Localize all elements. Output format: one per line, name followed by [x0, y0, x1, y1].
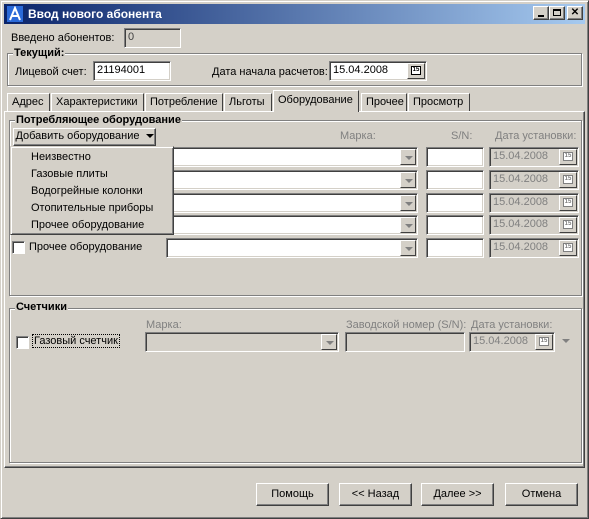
minimize-icon	[538, 15, 544, 17]
start-date-calendar-button[interactable]: 15	[407, 63, 425, 79]
gas-meter-checkbox[interactable]	[16, 336, 29, 349]
meter-expand-arrow-icon[interactable]	[562, 339, 570, 343]
window-title: Ввод нового абонента	[28, 7, 162, 21]
combo-arrow-icon[interactable]	[400, 217, 416, 233]
brand-combo[interactable]	[166, 147, 418, 167]
tab-address[interactable]: Адрес	[7, 93, 50, 111]
combo-arrow-icon[interactable]	[400, 240, 416, 256]
account-field[interactable]: 21194001	[93, 61, 171, 81]
minimize-button[interactable]	[533, 6, 549, 20]
add-equipment-label: Добавить оборудование	[15, 130, 140, 142]
close-icon: ✕	[570, 7, 580, 18]
combo-arrow-icon[interactable]	[400, 172, 416, 188]
calendar-button: 15	[559, 149, 577, 165]
calendar-icon: 15	[539, 337, 549, 346]
app-icon	[7, 6, 23, 22]
tab-characteristics[interactable]: Характеристики	[51, 93, 144, 111]
cancel-button[interactable]: Отмена	[505, 483, 578, 506]
install-date-field: 15.04.2008 15	[489, 147, 579, 167]
combo-arrow-icon[interactable]	[400, 149, 416, 165]
calendar-icon: 15	[411, 66, 421, 75]
calendar-button: 15	[559, 172, 577, 188]
entered-count-label: Введено абонентов:	[11, 32, 115, 44]
account-label: Лицевой счет:	[15, 66, 87, 78]
calendar-icon: 15	[563, 220, 573, 229]
install-date-value: 15.04.2008	[493, 150, 549, 162]
calendar-icon: 15	[563, 175, 573, 184]
gas-meter-label: Газовый счетчик	[32, 334, 120, 348]
close-button[interactable]: ✕	[567, 6, 583, 20]
meter-brand-combo	[145, 332, 339, 352]
calendar-button: 15	[535, 334, 553, 350]
calendar-button: 15	[559, 195, 577, 211]
calendar-icon: 15	[563, 198, 573, 207]
sn-field[interactable]	[426, 193, 484, 213]
tab-other[interactable]: Прочее	[361, 93, 407, 111]
help-button[interactable]: Помощь	[256, 483, 329, 506]
start-date-field[interactable]: 15.04.2008 15	[329, 61, 427, 81]
sn-field[interactable]	[426, 170, 484, 190]
combo-arrow-icon[interactable]	[400, 195, 416, 211]
brand-combo[interactable]	[166, 238, 418, 258]
meter-serial-field	[345, 332, 465, 352]
dropdown-arrow-icon	[145, 134, 154, 139]
install-date-field: 15.04.2008 15	[489, 238, 579, 258]
start-date-label: Дата начала расчетов:	[212, 66, 328, 78]
install-date-value: 15.04.2008	[493, 196, 549, 208]
sn-field[interactable]	[426, 147, 484, 167]
menu-item-unknown[interactable]: Неизвестно	[31, 151, 91, 163]
install-date-field: 15.04.2008 15	[489, 193, 579, 213]
install-date-field: 15.04.2008 15	[489, 215, 579, 235]
other-equipment-checkbox[interactable]	[12, 241, 25, 254]
meter-install-date-field: 15.04.2008 15	[469, 332, 555, 352]
meter-brand-label: Марка:	[146, 319, 182, 331]
start-date-value: 15.04.2008	[333, 64, 389, 76]
tab-equipment[interactable]: Оборудование	[273, 90, 359, 112]
title-bar[interactable]: Ввод нового абонента ✕	[4, 4, 585, 24]
sn-field[interactable]	[426, 215, 484, 235]
main-window: Ввод нового абонента ✕ Введено абонентов…	[0, 0, 589, 519]
add-equipment-button[interactable]: Добавить оборудование	[13, 128, 156, 146]
brand-combo[interactable]	[166, 193, 418, 213]
maximize-button[interactable]	[549, 6, 565, 20]
install-date-value: 15.04.2008	[493, 241, 549, 253]
tab-consumption[interactable]: Потребление	[145, 93, 223, 111]
meter-serial-label: Заводской номер (S/N):	[346, 319, 467, 331]
menu-item-water-heaters[interactable]: Водогрейные колонки	[31, 185, 143, 197]
brand-column-header: Марка:	[340, 130, 376, 142]
meter-install-date-value: 15.04.2008	[473, 335, 529, 347]
tab-preview[interactable]: Просмотр	[408, 93, 470, 111]
install-date-field: 15.04.2008 15	[489, 170, 579, 190]
menu-item-other-equipment[interactable]: Прочее оборудование	[31, 219, 144, 231]
calendar-icon: 15	[563, 152, 573, 161]
back-button[interactable]: << Назад	[339, 483, 412, 506]
install-date-value: 15.04.2008	[493, 173, 549, 185]
menu-item-heating-devices[interactable]: Отопительные приборы	[31, 202, 153, 214]
meters-group-title: Счетчики	[15, 301, 68, 313]
maximize-icon	[553, 9, 561, 16]
calendar-icon: 15	[563, 243, 573, 252]
meter-install-date-label: Дата установки:	[471, 319, 553, 331]
calendar-button: 15	[559, 240, 577, 256]
current-group-title: Текущий:	[13, 47, 66, 59]
combo-arrow-icon	[321, 334, 337, 350]
tab-benefits[interactable]: Льготы	[224, 93, 272, 111]
brand-combo[interactable]	[166, 215, 418, 235]
equipment-group-title: Потребляющее оборудование	[15, 114, 182, 126]
entered-count-field: 0	[124, 28, 181, 48]
install-date-value: 15.04.2008	[493, 218, 549, 230]
add-equipment-menu: Неизвестно Газовые плиты Водогрейные кол…	[10, 146, 174, 235]
menu-item-gas-stoves[interactable]: Газовые плиты	[31, 168, 108, 180]
brand-combo[interactable]	[166, 170, 418, 190]
next-button[interactable]: Далее >>	[421, 483, 494, 506]
sn-column-header: S/N:	[451, 130, 473, 142]
calendar-button: 15	[559, 217, 577, 233]
sn-field[interactable]	[426, 238, 484, 258]
other-equipment-label: Прочее оборудование	[29, 241, 143, 253]
install-date-column-header: Дата установки:	[495, 130, 577, 142]
